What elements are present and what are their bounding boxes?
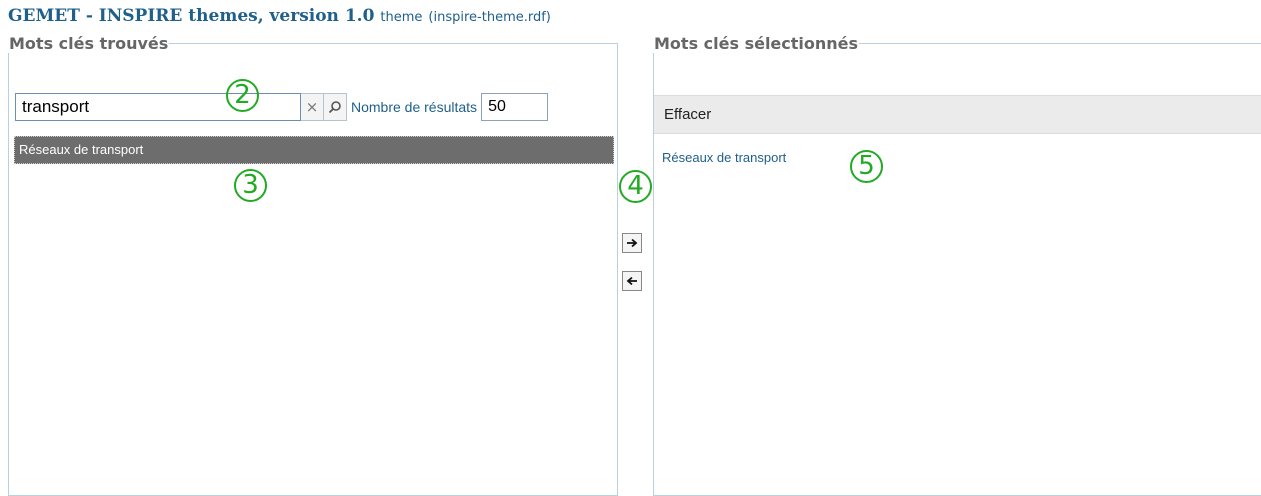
search-icon — [328, 101, 341, 114]
results-count-input[interactable] — [481, 93, 549, 121]
annotation-marker-5: 5 — [850, 150, 883, 183]
selected-keywords-panel: Mots clés sélectionnés Effacer Réseaux d… — [653, 34, 1261, 496]
found-keywords-legend: Mots clés trouvés — [9, 34, 169, 53]
thesaurus-title: GEMET - INSPIRE themes, version 1.0 — [8, 6, 375, 26]
annotation-marker-3: 3 — [234, 169, 267, 202]
thesaurus-file: (inspire-theme.rdf) — [428, 10, 551, 25]
clear-search-button[interactable]: × — [301, 93, 324, 121]
header: GEMET - INSPIRE themes, version 1.0 them… — [8, 6, 551, 28]
found-keyword-item[interactable]: Réseaux de transport — [14, 136, 614, 164]
thesaurus-type: theme — [380, 10, 423, 25]
results-count-label: Nombre de résultats — [351, 99, 478, 115]
annotation-marker-4: 4 — [619, 170, 652, 203]
search-button[interactable] — [324, 93, 347, 121]
clear-selection-bar[interactable]: Effacer — [654, 95, 1261, 134]
arrow-left-icon — [626, 276, 637, 286]
annotation-marker-2: 2 — [226, 79, 259, 112]
selected-keyword-item[interactable]: Réseaux de transport — [662, 150, 786, 165]
remove-keyword-button[interactable] — [622, 271, 642, 291]
clear-selection-button[interactable]: Effacer — [664, 106, 711, 123]
search-row: × Nombre de résultats — [15, 93, 549, 121]
add-keyword-button[interactable] — [622, 233, 642, 253]
close-icon: × — [305, 98, 319, 116]
found-keywords-panel: Mots clés trouvés × Nombre de résultats … — [8, 34, 618, 496]
arrow-right-icon — [627, 238, 638, 248]
selected-keywords-legend: Mots clés sélectionnés — [654, 34, 859, 53]
